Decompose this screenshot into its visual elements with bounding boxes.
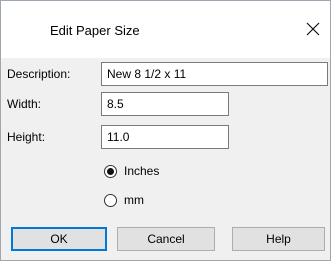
- title-bar: Edit Paper Size: [1, 1, 330, 58]
- help-button[interactable]: Help: [232, 227, 325, 251]
- height-input[interactable]: [102, 126, 228, 148]
- dialog-title: Edit Paper Size: [50, 23, 140, 38]
- description-input[interactable]: [102, 63, 327, 85]
- radio-mm-label: mm: [124, 193, 144, 207]
- close-button[interactable]: [298, 14, 328, 44]
- height-field[interactable]: [101, 125, 229, 149]
- width-label: Width:: [7, 97, 42, 111]
- width-field[interactable]: [101, 92, 229, 116]
- close-icon: [306, 22, 320, 36]
- ok-button[interactable]: OK: [11, 227, 107, 251]
- description-field[interactable]: [101, 62, 328, 86]
- radio-inches-label: Inches: [124, 164, 160, 178]
- width-input[interactable]: [102, 93, 228, 115]
- radio-mm-indicator[interactable]: [104, 193, 117, 207]
- units-radio-mm[interactable]: mm: [104, 193, 144, 207]
- description-label: Description:: [7, 67, 71, 81]
- cancel-button[interactable]: Cancel: [117, 227, 215, 251]
- units-radio-inches[interactable]: Inches: [104, 164, 159, 178]
- edit-paper-size-dialog: Edit Paper Size Description: Width: Heig…: [0, 0, 331, 261]
- radio-inches-indicator[interactable]: [104, 164, 117, 178]
- height-label: Height:: [7, 130, 46, 144]
